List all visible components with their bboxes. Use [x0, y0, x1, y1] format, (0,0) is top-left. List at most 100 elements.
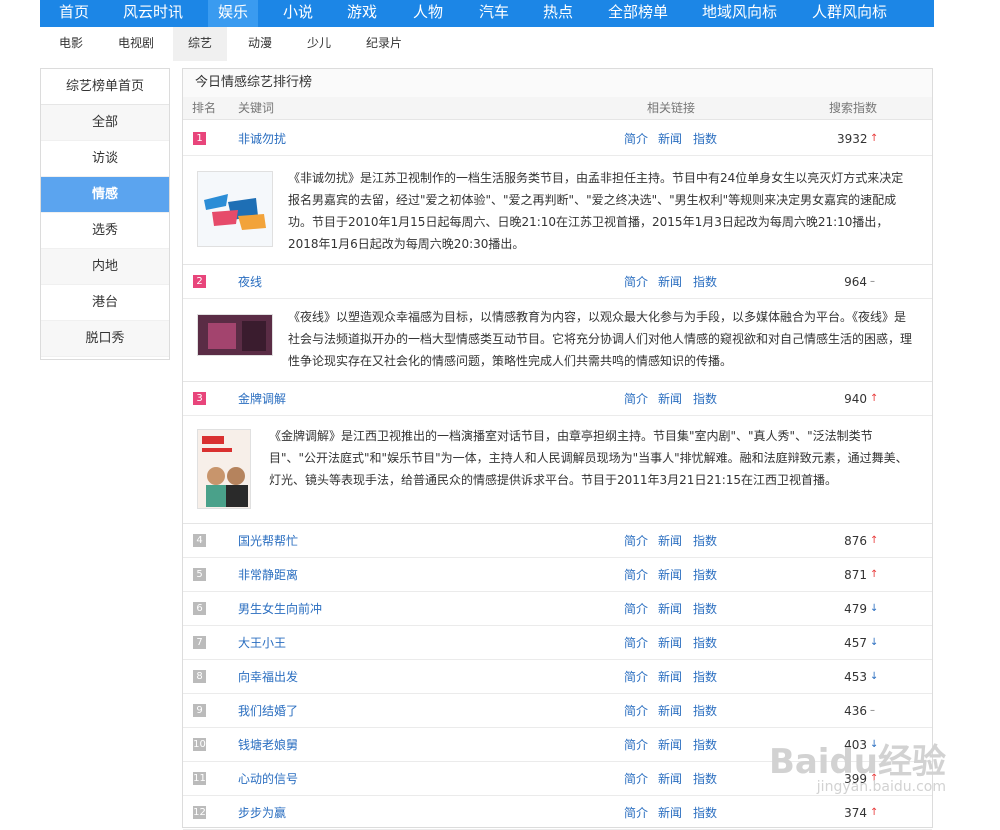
sidebar-item-talent[interactable]: 选秀: [41, 213, 169, 249]
table-row: 3 金牌调解 简介 新闻 指数 940 ↑: [183, 382, 932, 416]
sidebar-item-all[interactable]: 全部: [41, 105, 169, 141]
news-link[interactable]: 新闻: [658, 762, 682, 796]
subnav-variety[interactable]: 综艺: [173, 27, 227, 61]
sidebar-item-talkshow[interactable]: 脱口秀: [41, 321, 169, 357]
program-description: 《夜线》以塑造观众幸福感为目标，以情感教育为内容，以观众最大化参与为手段，以多媒…: [288, 306, 913, 372]
table-row: 5 非常静距离 简介 新闻 指数 871 ↑: [183, 558, 932, 592]
intro-link[interactable]: 简介: [624, 592, 648, 626]
program-thumbnail[interactable]: [197, 314, 273, 356]
row-detail: 《金牌调解》是江西卫视推出的一档演播室对话节目，由章亭担纲主持。节目集"室内剧"…: [183, 417, 932, 524]
news-link[interactable]: 新闻: [658, 592, 682, 626]
intro-link[interactable]: 简介: [624, 122, 648, 156]
nav-games[interactable]: 游戏: [347, 0, 377, 27]
intro-link[interactable]: 简介: [624, 626, 648, 660]
news-link[interactable]: 新闻: [658, 694, 682, 728]
subnav-kids[interactable]: 少儿: [297, 27, 341, 61]
trend-up-icon: ↑: [870, 558, 878, 592]
keyword-link[interactable]: 钱塘老娘舅: [238, 728, 298, 762]
trend-down-icon: ↓: [870, 660, 878, 694]
trend-flat-icon: –: [870, 694, 875, 728]
program-description: 《非诚勿扰》是江苏卫视制作的一档生活服务类节目，由孟非担任主持。节目中有24位单…: [288, 167, 913, 255]
keyword-link[interactable]: 非诚勿扰: [238, 122, 286, 156]
index-link[interactable]: 指数: [693, 626, 717, 660]
program-description: 《金牌调解》是江西卫视推出的一档演播室对话节目，由章亭担纲主持。节目集"室内剧"…: [269, 425, 914, 491]
nav-home[interactable]: 首页: [59, 0, 89, 27]
search-index: 876: [837, 524, 867, 558]
program-thumbnail[interactable]: [197, 429, 251, 509]
nav-cars[interactable]: 汽车: [479, 0, 509, 27]
rank-badge: 2: [193, 275, 206, 288]
intro-link[interactable]: 简介: [624, 558, 648, 592]
keyword-link[interactable]: 国光帮帮忙: [238, 524, 298, 558]
nav-entertainment[interactable]: 娱乐: [208, 0, 258, 27]
search-index: 403: [837, 728, 867, 762]
trend-up-icon: ↑: [870, 524, 878, 558]
news-link[interactable]: 新闻: [658, 626, 682, 660]
search-index: 436: [837, 694, 867, 728]
trend-down-icon: ↓: [870, 592, 878, 626]
rank-badge: 4: [193, 534, 206, 547]
program-logo-image: [198, 172, 273, 247]
news-link[interactable]: 新闻: [658, 558, 682, 592]
table-row: 10 钱塘老娘舅 简介 新闻 指数 403 ↓: [183, 728, 932, 762]
keyword-link[interactable]: 男生女生向前冲: [238, 592, 322, 626]
sidebar-title[interactable]: 综艺榜单首页: [41, 69, 169, 105]
keyword-link[interactable]: 向幸福出发: [238, 660, 298, 694]
subnav-documentary[interactable]: 纪录片: [358, 27, 410, 61]
index-link[interactable]: 指数: [693, 728, 717, 762]
sidebar-item-mainland[interactable]: 内地: [41, 249, 169, 285]
news-link[interactable]: 新闻: [658, 382, 682, 416]
intro-link[interactable]: 简介: [624, 524, 648, 558]
sidebar-list: 全部 访谈 情感 选秀 内地 港台 脱口秀: [41, 105, 169, 357]
subnav-anime[interactable]: 动漫: [238, 27, 282, 61]
subnav-tv[interactable]: 电视剧: [110, 27, 162, 61]
index-link[interactable]: 指数: [693, 592, 717, 626]
news-link[interactable]: 新闻: [658, 122, 682, 156]
table-row: 4 国光帮帮忙 简介 新闻 指数 876 ↑: [183, 524, 932, 558]
nav-all-lists[interactable]: 全部榜单: [608, 0, 668, 27]
table-row: 1 非诚勿扰 简介 新闻 指数 3932 ↑: [183, 122, 932, 156]
keyword-link[interactable]: 金牌调解: [238, 382, 286, 416]
keyword-link[interactable]: 夜线: [238, 265, 262, 299]
index-link[interactable]: 指数: [693, 762, 717, 796]
index-link[interactable]: 指数: [693, 122, 717, 156]
index-link[interactable]: 指数: [693, 382, 717, 416]
nav-hot[interactable]: 热点: [543, 0, 573, 27]
trend-up-icon: ↑: [870, 382, 878, 416]
sidebar-item-hk-tw[interactable]: 港台: [41, 285, 169, 321]
keyword-link[interactable]: 心动的信号: [238, 762, 298, 796]
search-index: 940: [837, 382, 867, 416]
intro-link[interactable]: 简介: [624, 728, 648, 762]
intro-link[interactable]: 简介: [624, 660, 648, 694]
keyword-link[interactable]: 大王小王: [238, 626, 286, 660]
news-link[interactable]: 新闻: [658, 524, 682, 558]
search-index: 3932: [837, 122, 867, 156]
nav-people[interactable]: 人物: [413, 0, 443, 27]
intro-link[interactable]: 简介: [624, 265, 648, 299]
keyword-link[interactable]: 我们结婚了: [238, 694, 298, 728]
index-link[interactable]: 指数: [693, 558, 717, 592]
nav-region[interactable]: 地域风向标: [702, 0, 777, 27]
rank-badge: 5: [193, 568, 206, 581]
nav-news[interactable]: 风云时讯: [123, 0, 183, 27]
header-rank: 排名: [192, 97, 216, 119]
nav-novel[interactable]: 小说: [283, 0, 313, 27]
program-thumbnail[interactable]: [197, 171, 273, 247]
sidebar-item-emotion[interactable]: 情感: [41, 177, 169, 213]
news-link[interactable]: 新闻: [658, 728, 682, 762]
intro-link[interactable]: 简介: [624, 694, 648, 728]
intro-link[interactable]: 简介: [624, 382, 648, 416]
trend-flat-icon: –: [870, 265, 875, 299]
index-link[interactable]: 指数: [693, 694, 717, 728]
news-link[interactable]: 新闻: [658, 265, 682, 299]
index-link[interactable]: 指数: [693, 265, 717, 299]
index-link[interactable]: 指数: [693, 660, 717, 694]
subnav-movie[interactable]: 电影: [46, 27, 96, 61]
news-link[interactable]: 新闻: [658, 660, 682, 694]
keyword-link[interactable]: 非常静距离: [238, 558, 298, 592]
intro-link[interactable]: 简介: [624, 762, 648, 796]
nav-crowd[interactable]: 人群风向标: [812, 0, 887, 27]
top-nav: 首页 风云时讯 娱乐 小说 游戏 人物 汽车 热点 全部榜单 地域风向标 人群风…: [40, 0, 934, 27]
index-link[interactable]: 指数: [693, 524, 717, 558]
sidebar-item-interview[interactable]: 访谈: [41, 141, 169, 177]
